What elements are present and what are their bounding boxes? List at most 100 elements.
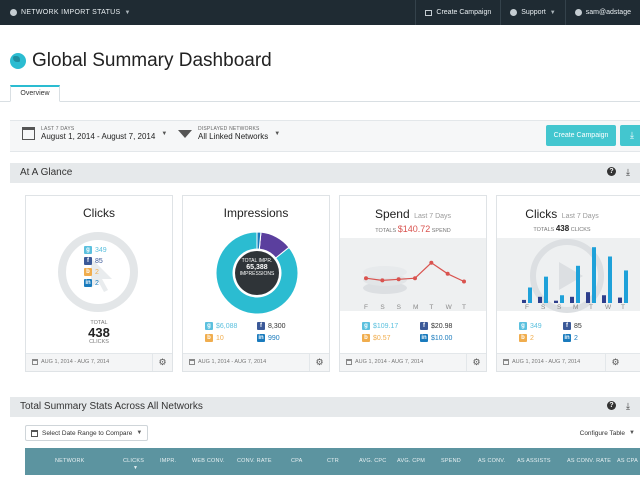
- gear-icon[interactable]: ⚙: [152, 354, 172, 371]
- legend-linkedin: in $10.00: [420, 334, 478, 342]
- donut-center: TOTAL IMPR. 65,388 IMPRESSIONS: [233, 258, 281, 277]
- col-cpa[interactable]: CPA: [291, 458, 303, 464]
- chevron-down-icon: ▼: [124, 9, 131, 16]
- linkedin-icon: in: [420, 334, 428, 342]
- clicks-7day-card: Clicks Last 7 Days TOTALS 438 CLICKS F S S…: [496, 195, 640, 372]
- date-range-filter[interactable]: LAST 7 DAYS August 1, 2014 - August 7, 2…: [22, 126, 167, 141]
- clicks-day-label: S: [541, 304, 546, 311]
- clicks-7day-title: Clicks: [525, 207, 558, 221]
- clicks-legend: g 349 f 85 b2 in 2: [84, 246, 107, 287]
- top-bar: NETWORK IMPORT STATUS ▼ Create Campaign …: [0, 0, 640, 25]
- filter-icon: [178, 129, 192, 138]
- card-footer: AUG 1, 2014 - AUG 7, 2014 ⚙: [183, 353, 329, 371]
- col-spend[interactable]: SPEND: [441, 458, 461, 464]
- tab-overview[interactable]: Overview: [10, 85, 60, 102]
- spend-point: [396, 277, 401, 282]
- page-header: Global Summary Dashboard: [10, 50, 272, 72]
- clicks-bar-secondary: [586, 292, 590, 303]
- create-campaign-link[interactable]: Create Campaign: [415, 0, 500, 25]
- total-value: 438: [555, 224, 570, 233]
- col-as-assists[interactable]: AS ASSISTS: [517, 458, 551, 464]
- download-icon: ⤓: [630, 130, 634, 140]
- legend-value: 2: [95, 268, 99, 276]
- google-icon: g: [84, 246, 92, 254]
- spend-legend: g $109.17 f $20.98 b $0.57 in $10.00: [362, 322, 478, 342]
- col-avg-cpm[interactable]: AVG. CPM: [397, 458, 425, 464]
- donut-center-value: 65,388: [246, 264, 268, 271]
- networks-value: All Linked Networks: [198, 132, 269, 141]
- footer-date: AUG 1, 2014 - AUG 7, 2014: [41, 359, 110, 365]
- chevron-down-icon: ▼: [161, 130, 168, 137]
- networks-filter[interactable]: DISPLAYED NETWORKS All Linked Networks ▼: [178, 126, 280, 141]
- col-as-conv-rate[interactable]: AS CONV. RATE: [567, 458, 611, 464]
- date-range-value: August 1, 2014 - August 7, 2014: [41, 132, 156, 141]
- legend-value: 85: [574, 322, 582, 330]
- help-icon[interactable]: ?: [607, 401, 617, 410]
- spend-point: [380, 278, 385, 283]
- support-menu[interactable]: Support ▼: [500, 0, 564, 25]
- help-icon[interactable]: ?: [607, 167, 617, 176]
- gear-icon[interactable]: ⚙: [309, 354, 329, 371]
- clicks-total: TOTAL 438 CLICKS: [26, 320, 172, 345]
- legend-value: 8,300: [268, 322, 286, 330]
- configure-table-select[interactable]: Configure Table ▼: [575, 425, 640, 441]
- filter-bar: LAST 7 DAYS August 1, 2014 - August 7, 2…: [10, 120, 640, 152]
- total-unit: CLICKS: [570, 227, 591, 233]
- col-as-conv[interactable]: AS CONV.: [478, 458, 505, 464]
- spend-card-subtitle: Last 7 Days: [414, 213, 452, 220]
- legend-value: $6,088: [216, 322, 238, 330]
- support-label: Support: [521, 9, 546, 16]
- footer-date: AUG 1, 2014 - AUG 7, 2014: [512, 359, 581, 365]
- total-value: $140.72: [397, 224, 431, 234]
- col-clicks[interactable]: CLICKS: [123, 458, 144, 464]
- legend-value: 990: [268, 334, 280, 342]
- clicks-bar: [592, 247, 596, 303]
- spend-point: [462, 279, 466, 284]
- total-unit: SPEND: [431, 228, 451, 234]
- legend-bing: b2: [519, 334, 563, 342]
- col-ctr[interactable]: CTR: [327, 458, 339, 464]
- google-icon: g: [205, 322, 213, 330]
- col-avg-cpc[interactable]: AVG. CPC: [359, 458, 386, 464]
- create-campaign-button[interactable]: Create Campaign: [546, 125, 616, 146]
- compare-date-range-select[interactable]: Select Date Range to Compare ▼: [25, 425, 149, 441]
- sort-chevron-icon[interactable]: ▼: [133, 465, 138, 471]
- clicks-day-label: W: [605, 304, 612, 311]
- total-label: TOTALS: [533, 227, 555, 233]
- clicks-day-label: T: [621, 304, 625, 311]
- tab-bar: Overview: [0, 85, 640, 102]
- clicks-bar-secondary: [602, 295, 606, 303]
- gear-icon[interactable]: ⚙: [466, 354, 486, 371]
- legend-value: 2: [530, 334, 534, 342]
- google-icon: g: [362, 322, 370, 330]
- total-unit: CLICKS: [89, 339, 109, 345]
- donut-center-unit: IMPRESSIONS: [239, 271, 275, 277]
- download-icon[interactable]: ⤓: [626, 167, 630, 178]
- clicks-bar: [528, 287, 532, 303]
- col-impr[interactable]: IMPR.: [160, 458, 176, 464]
- legend-value: $20.98: [431, 322, 453, 330]
- campaign-icon: [425, 9, 433, 16]
- impressions-legend: g $6,088 f 8,300 b 10 in 990: [205, 322, 307, 342]
- total-label: TOTALS: [375, 228, 397, 234]
- network-import-status-menu[interactable]: NETWORK IMPORT STATUS ▼: [10, 0, 131, 25]
- spend-day-label: T: [462, 304, 466, 311]
- download-icon[interactable]: ⤓: [626, 401, 630, 412]
- legend-value: $109.17: [373, 322, 399, 330]
- col-as-cpa[interactable]: AS CPA: [617, 458, 638, 464]
- user-menu[interactable]: sam@adstage: [564, 0, 640, 25]
- download-button[interactable]: ⤓: [620, 125, 640, 146]
- facebook-icon: f: [563, 322, 571, 330]
- clicks-7day-legend: g 349 f 85 b2 in 2: [519, 322, 607, 342]
- user-email: sam@adstage: [585, 9, 631, 16]
- col-conv-rate[interactable]: CONV. RATE: [237, 458, 272, 464]
- col-web-conv[interactable]: WEB CONV.: [192, 458, 225, 464]
- clicks-bar: [608, 256, 612, 303]
- gear-icon[interactable]: ⚙: [605, 354, 625, 371]
- col-network[interactable]: NETWORK: [55, 458, 85, 464]
- calendar-icon: [503, 359, 509, 365]
- spend-day-label: W: [445, 304, 452, 311]
- bing-icon: b: [519, 334, 527, 342]
- legend-value: 10: [216, 334, 224, 342]
- bing-icon: b: [362, 334, 370, 342]
